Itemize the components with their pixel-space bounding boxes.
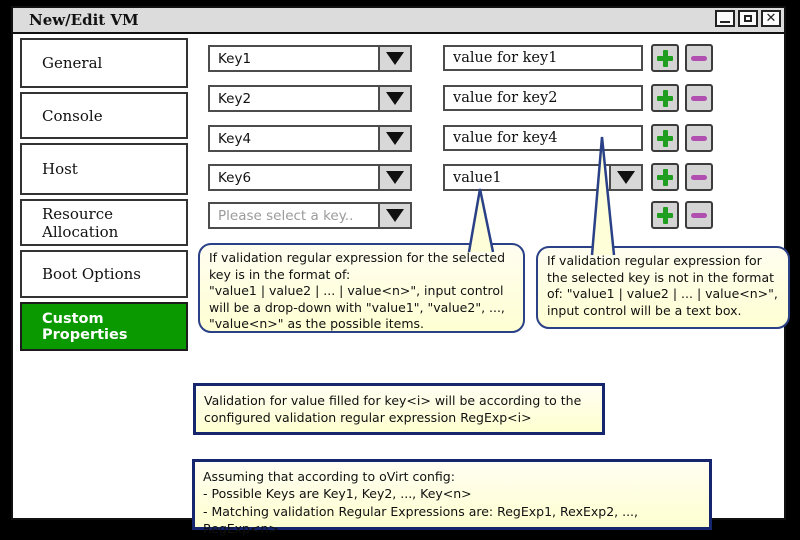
maximize-icon — [744, 15, 752, 22]
remove-row-button[interactable] — [685, 84, 713, 112]
tab-resource-allocation[interactable]: Resource Allocation — [20, 199, 188, 246]
minus-icon — [691, 175, 707, 180]
minimize-button[interactable] — [715, 10, 735, 27]
remove-row-button[interactable] — [685, 201, 713, 229]
chevron-down-icon[interactable] — [378, 47, 410, 70]
key-dropdown[interactable]: Key1 — [208, 45, 412, 72]
value-textbox[interactable]: value for key4 — [443, 125, 643, 151]
window-controls: ✕ — [715, 10, 781, 27]
add-row-button[interactable] — [651, 84, 679, 112]
chevron-down-icon[interactable] — [378, 87, 410, 110]
minimize-icon — [720, 21, 730, 23]
note-text: Assuming that according to oVirt config:… — [203, 468, 703, 537]
value-textbox[interactable]: value for key2 — [443, 85, 643, 111]
value-text: value for key2 — [453, 90, 557, 106]
add-row-button[interactable] — [651, 124, 679, 152]
add-row-button[interactable] — [651, 44, 679, 72]
minus-icon — [691, 136, 707, 141]
add-row-button[interactable] — [651, 163, 679, 191]
plus-icon — [653, 46, 677, 70]
plus-icon — [653, 86, 677, 110]
titlebar[interactable]: New/Edit VM ✕ — [13, 8, 784, 34]
tab-label: Host — [42, 160, 78, 178]
add-row-button[interactable] — [651, 201, 679, 229]
value-dropdown-value: value1 — [445, 166, 609, 189]
remove-row-button[interactable] — [685, 124, 713, 152]
value-text: value for key4 — [453, 130, 557, 146]
key-dropdown-value: Key6 — [210, 166, 378, 189]
note-ovirt-config: Assuming that according to oVirt config:… — [192, 459, 712, 530]
minus-icon — [691, 96, 707, 101]
key-dropdown[interactable]: Key4 — [208, 125, 412, 152]
value-dropdown[interactable]: value1 — [443, 164, 643, 191]
tab-label: Resource Allocation — [42, 205, 186, 241]
close-icon: ✕ — [766, 12, 777, 25]
remove-row-button[interactable] — [685, 163, 713, 191]
remove-row-button[interactable] — [685, 44, 713, 72]
property-row: Key6 value1 — [208, 164, 718, 192]
tab-label: Console — [42, 107, 103, 125]
tab-label: Boot Options — [42, 265, 141, 283]
maximize-button[interactable] — [738, 10, 758, 27]
minus-icon — [691, 213, 707, 218]
callout-text: If validation regular expression for the… — [547, 253, 782, 319]
property-row: Key2 value for key2 — [208, 85, 718, 113]
key-dropdown-placeholder: Please select a key.. — [210, 204, 378, 227]
tab-custom-properties[interactable]: Custom Properties — [20, 302, 188, 351]
chevron-down-icon[interactable] — [609, 166, 641, 189]
key-dropdown[interactable]: Key2 — [208, 85, 412, 112]
plus-icon — [653, 203, 677, 227]
screenshot-root: New/Edit VM ✕ General Console Host Resou… — [0, 0, 800, 540]
tab-host[interactable]: Host — [20, 143, 188, 195]
plus-icon — [653, 126, 677, 150]
callout-text: If validation regular expression for the… — [209, 250, 517, 333]
close-button[interactable]: ✕ — [761, 10, 781, 27]
chevron-down-icon[interactable] — [378, 166, 410, 189]
callout-textbox-explanation: If validation regular expression for the… — [536, 246, 790, 329]
property-row: Key4 value for key4 — [208, 125, 718, 153]
plus-icon — [653, 165, 677, 189]
note-text: Validation for value filled for key<i> w… — [204, 392, 596, 427]
window-title: New/Edit VM — [29, 11, 139, 29]
note-validation-regexp: Validation for value filled for key<i> w… — [193, 383, 605, 435]
key-dropdown[interactable]: Please select a key.. — [208, 202, 412, 229]
tab-label: Custom Properties — [42, 311, 186, 343]
key-dropdown-value: Key2 — [210, 87, 378, 110]
minus-icon — [691, 56, 707, 61]
key-dropdown-value: Key1 — [210, 47, 378, 70]
tab-label: General — [42, 54, 102, 72]
tab-boot-options[interactable]: Boot Options — [20, 250, 188, 298]
tab-console[interactable]: Console — [20, 92, 188, 139]
key-dropdown[interactable]: Key6 — [208, 164, 412, 191]
value-textbox[interactable]: value for key1 — [443, 45, 643, 71]
chevron-down-icon[interactable] — [378, 204, 410, 227]
key-dropdown-value: Key4 — [210, 127, 378, 150]
tab-general[interactable]: General — [20, 38, 188, 88]
chevron-down-icon[interactable] — [378, 127, 410, 150]
property-row: Please select a key.. — [208, 202, 718, 230]
value-text: value for key1 — [453, 50, 557, 66]
callout-dropdown-explanation: If validation regular expression for the… — [198, 243, 525, 333]
property-row: Key1 value for key1 — [208, 45, 718, 73]
